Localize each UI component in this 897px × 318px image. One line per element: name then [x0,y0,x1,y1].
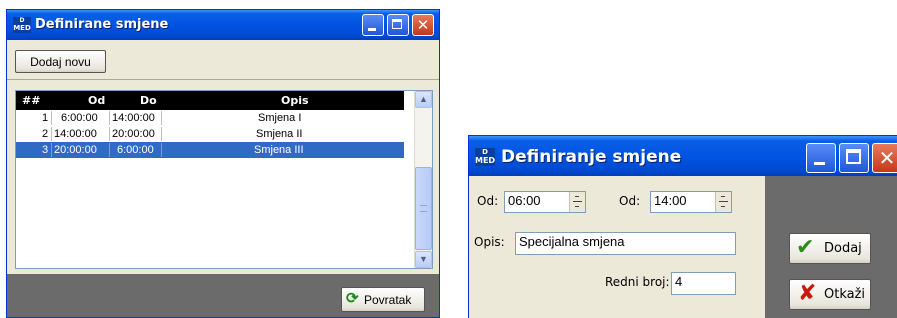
from-time-value: 06:00 [508,193,541,208]
scroll-up-button[interactable]: ▲ [415,91,432,108]
shifts-grid[interactable]: ## Od Do Opis 1 6:00:00 14:00:00 Smjena … [15,90,433,269]
cancel-button[interactable]: ✘ Otkaži [789,279,871,310]
minimize-button[interactable] [362,14,384,36]
cell-num: 2 [42,128,49,140]
cell-od: 14:00:00 [54,128,97,140]
cancel-button-label: Otkaži [824,287,866,302]
scroll-down-button[interactable]: ▼ [415,251,432,268]
table-row-selected[interactable]: 3 20:00:00 6:00:00 Smjena III [16,142,404,158]
maximize-icon [392,19,402,29]
to-label: Od: [619,194,641,208]
cell-do: 14:00:00 [112,112,155,124]
cell-do: 20:00:00 [112,128,155,140]
minimize-icon [814,162,825,165]
col-header-opis: Opis [281,94,309,107]
shift-edit-titlebar[interactable]: D MED Definiranje smjene ✕ [469,136,897,176]
description-value: Specijalna smjena [519,234,625,249]
minimize-button[interactable] [806,143,836,173]
grid-header: ## Od Do Opis [16,91,404,110]
grip-icon [420,205,427,212]
maximize-button[interactable] [839,143,869,173]
close-icon: ✕ [416,16,430,34]
chevron-up-icon: ▲ [419,94,428,104]
col-header-od: Od [88,94,106,107]
from-time-input[interactable]: 06:00 [504,191,586,213]
back-button-label: Povratak [364,292,412,307]
maximize-icon [846,149,861,164]
cell-num: 1 [42,112,49,124]
close-button[interactable]: ✕ [872,143,897,173]
cell-opis: Smjena I [258,112,302,124]
to-time-value: 14:00 [654,193,687,208]
close-button[interactable]: ✕ [412,14,434,36]
maximize-button[interactable] [387,14,409,36]
minimize-icon [368,28,376,31]
cell-od: 20:00:00 [54,144,97,156]
shifts-list-window: D MED Definirane smjene ✕ Dodaj novu ## … [6,9,440,318]
cell-do: 6:00:00 [117,144,154,156]
order-number-label: Redni broj: [605,275,670,289]
add-button[interactable]: ✔ Dodaj [789,233,871,264]
cell-num: 3 [42,144,49,156]
order-number-value: 4 [675,274,683,289]
from-time-spinner[interactable] [569,192,585,212]
scroll-thumb[interactable] [415,167,432,250]
cell-opis: Smjena II [256,128,303,140]
to-time-spinner[interactable] [715,192,731,212]
cell-od: 6:00:00 [61,112,98,124]
grid-vertical-scrollbar[interactable]: ▲ ▼ [414,91,432,268]
to-time-input[interactable]: 14:00 [650,191,732,213]
refresh-icon: ⟳ [346,290,359,307]
description-label: Opis: [474,235,505,249]
close-icon: ✕ [878,146,896,170]
app-logo-icon: D MED [475,148,496,166]
divider [7,79,439,80]
add-button-label: Dodaj [824,241,862,256]
checkmark-icon: ✔ [796,235,815,260]
cell-opis: Smjena III [254,144,304,156]
order-number-input[interactable]: 4 [671,272,736,295]
col-header-num: ## [22,94,41,107]
description-input[interactable]: Specijalna smjena [515,232,736,255]
add-new-shift-button[interactable]: Dodaj novu [15,50,106,73]
app-logo-icon: D MED [13,17,31,33]
from-label: Od: [477,194,499,208]
x-cancel-icon: ✘ [798,281,817,306]
col-header-do: Do [140,94,157,107]
back-button[interactable]: ⟳ Povratak [341,287,425,312]
chevron-down-icon: ▼ [419,254,428,264]
shifts-list-title: Definirane smjene [35,17,169,32]
shift-edit-window: D MED Definiranje smjene ✕ Od: 06:00 Od:… [468,135,897,318]
shift-edit-title: Definiranje smjene [501,147,682,167]
table-row[interactable]: 2 14:00:00 20:00:00 Smjena II [16,126,404,142]
table-row[interactable]: 1 6:00:00 14:00:00 Smjena I [16,110,404,126]
shifts-list-titlebar[interactable]: D MED Definirane smjene ✕ [7,10,439,40]
